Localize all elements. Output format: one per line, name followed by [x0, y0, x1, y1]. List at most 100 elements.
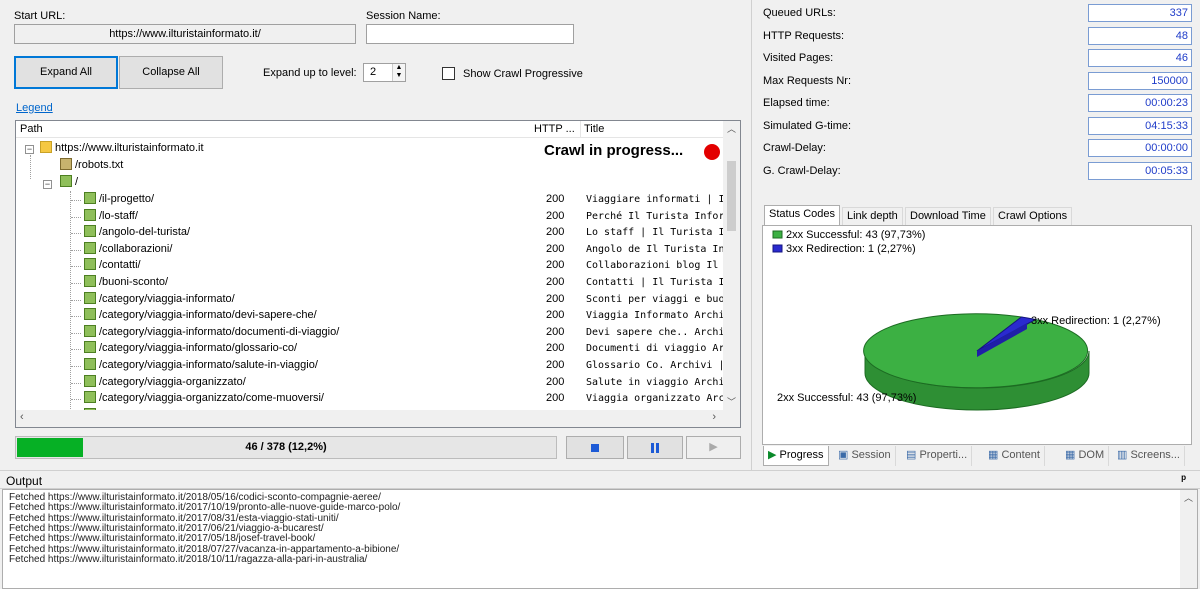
- tree-row[interactable]: /category/viaggia-informato/glossario-co…: [84, 340, 297, 357]
- robots-row[interactable]: /robots.txt: [60, 157, 123, 174]
- tree-row[interactable]: /category/viaggia-informato/documenti-di…: [84, 324, 339, 341]
- tree-horizontal-scrollbar[interactable]: ‹ ›: [16, 410, 740, 427]
- tree-row-title: Lo staff | Il Turista Informat: [586, 227, 724, 239]
- page-icon: [60, 175, 72, 187]
- bottom-tab[interactable]: ▤ Properti...: [902, 446, 973, 466]
- tab-icon: ▥: [1117, 449, 1131, 461]
- tree-root-row[interactable]: https://www.ilturistainformato.it: [40, 140, 204, 157]
- start-url-label: Start URL:: [14, 10, 66, 22]
- tree-row[interactable]: /category/viaggia-informato/salute-in-vi…: [84, 357, 318, 374]
- show-crawl-progressive-checkbox[interactable]: [442, 67, 455, 80]
- tree-connector: [71, 316, 81, 318]
- tree-row-title: Devi sapere che.. Archivi | I: [586, 326, 724, 338]
- tree-row-title: Viaggia organizzato Archivi |: [586, 393, 724, 405]
- expand-all-button[interactable]: Expand All: [14, 56, 118, 89]
- tab-icon: ▤: [906, 449, 920, 461]
- output-header: Output ᵖ: [0, 470, 1200, 489]
- folder-icon: [40, 141, 52, 153]
- bottom-tab[interactable]: ▦ DOM: [1061, 446, 1110, 466]
- show-crawl-progressive-label: Show Crawl Progressive: [463, 68, 583, 80]
- tree-row[interactable]: /lo-staff/: [84, 208, 138, 225]
- chart-area: 2xx Successful: 43 (97,73%) 3xx Redirect…: [762, 225, 1192, 445]
- page-icon: [84, 258, 96, 271]
- column-title[interactable]: Title: [584, 123, 604, 135]
- output-log[interactable]: Fetched https://www.ilturistainformato.i…: [2, 489, 1198, 589]
- expand-level-value: 2: [370, 66, 377, 78]
- tree-row-path: /category/viaggia-informato/documenti-di…: [99, 325, 340, 338]
- stop-button[interactable]: [566, 436, 624, 459]
- stat-value: 48: [1088, 26, 1192, 45]
- tree-row[interactable]: /category/viaggia-informato/devi-sapere-…: [84, 307, 317, 324]
- tab-icon: ▣: [838, 449, 852, 461]
- stat-label: G. Crawl-Delay:: [763, 164, 841, 177]
- tree-row-status: 200: [546, 226, 565, 239]
- tree-connector: [71, 216, 81, 218]
- stat-label: HTTP Requests:: [763, 29, 845, 42]
- bottom-tab[interactable]: ▦ Content: [984, 446, 1045, 466]
- stat-value: 04:15:33: [1088, 116, 1192, 135]
- scroll-down-icon[interactable]: ﹀: [723, 394, 740, 411]
- play-button[interactable]: ▶: [686, 436, 741, 459]
- pause-button[interactable]: [627, 436, 683, 459]
- tree-row-status: 200: [546, 392, 565, 405]
- play-icon: ▶: [709, 441, 718, 453]
- output-scrollbar[interactable]: ︿: [1180, 490, 1197, 588]
- bottom-tab[interactable]: ▶ Progress: [763, 446, 829, 466]
- legend-swatch-3xx: [772, 244, 783, 253]
- chart-tab[interactable]: Link depth: [842, 207, 903, 225]
- chart-tab[interactable]: Crawl Options: [993, 207, 1073, 225]
- column-path[interactable]: Path: [20, 123, 43, 135]
- tree-row-status: 200: [546, 342, 565, 355]
- slash-row[interactable]: /: [60, 174, 78, 191]
- output-scroll-up-icon[interactable]: ︿: [1180, 490, 1197, 507]
- bottom-tab[interactable]: ▥ Screens...: [1113, 446, 1185, 466]
- crawl-tree-panel[interactable]: Path HTTP ... Title − https://www.ilturi…: [15, 120, 741, 428]
- spinner-arrows-icon[interactable]: ▲ ▼: [392, 64, 405, 81]
- scroll-up-icon[interactable]: ︿: [723, 121, 740, 138]
- start-url-field[interactable]: https://www.ilturistainformato.it/: [14, 24, 356, 44]
- legend-swatch-2xx: [772, 230, 783, 239]
- stat-value: 00:05:33: [1088, 161, 1192, 180]
- session-name-field[interactable]: [366, 24, 574, 44]
- scroll-right-icon[interactable]: ›: [712, 411, 716, 423]
- tree-row-path: /collaborazioni/: [99, 242, 173, 255]
- tree-row-path: /category/viaggia-informato/glossario-co…: [99, 342, 298, 355]
- tree-row-status: 200: [546, 259, 565, 272]
- chart-tab[interactable]: Download Time: [905, 207, 991, 225]
- tree-row[interactable]: /il-progetto/: [84, 191, 154, 208]
- root-collapse-icon[interactable]: −: [25, 145, 34, 154]
- scroll-left-icon[interactable]: ‹: [20, 411, 24, 423]
- slice-label-2xx: 2xx Successful: 43 (97,73%): [777, 392, 916, 404]
- tree-row-title: Salute in viaggio Archivi | Il: [586, 376, 724, 388]
- expand-level-spinner[interactable]: 2 ▲ ▼: [363, 63, 406, 82]
- tree-row-status: 200: [546, 309, 565, 322]
- tree-row[interactable]: /contatti/: [84, 257, 141, 274]
- robots-path: /robots.txt: [75, 159, 124, 171]
- chart-tab[interactable]: Status Codes: [764, 205, 841, 225]
- tree-row[interactable]: /category/viaggia-organizzato/: [84, 374, 246, 391]
- tree-connector: [71, 283, 81, 284]
- legend-link[interactable]: Legend: [16, 102, 53, 114]
- column-http[interactable]: HTTP ...: [534, 123, 575, 135]
- stat-value: 46: [1088, 49, 1192, 67]
- tree-row[interactable]: /category/viaggia-organizzato/come-muove…: [84, 390, 324, 407]
- collapse-all-button[interactable]: Collapse All: [119, 56, 223, 89]
- bottom-tab[interactable]: ▣ Session: [834, 446, 896, 466]
- slash-collapse-icon[interactable]: −: [43, 180, 52, 189]
- tree-row-status: 200: [546, 209, 565, 222]
- scroll-thumb[interactable]: [727, 161, 736, 231]
- slash-path: /: [75, 176, 79, 188]
- page-icon: [84, 308, 96, 321]
- tree-row-path: /category/viaggia-organizzato/come-muove…: [99, 392, 324, 405]
- stat-label: Queued URLs:: [763, 7, 836, 19]
- pin-icon[interactable]: ᵖ: [1181, 472, 1186, 486]
- tree-row[interactable]: /angolo-del-turista/: [84, 224, 190, 241]
- tree-row-path: /category/viaggia-informato/: [99, 292, 235, 305]
- tree-connector: [71, 366, 81, 367]
- tree-row[interactable]: /collaborazioni/: [84, 241, 172, 258]
- tree-row[interactable]: /buoni-sconto/: [84, 274, 168, 291]
- tree-vertical-scrollbar[interactable]: ︿ ﹀: [723, 121, 740, 411]
- root-url: https://www.ilturistainformato.it: [55, 142, 204, 154]
- tree-row[interactable]: /category/viaggia-informato/: [84, 291, 235, 308]
- tree-row-path: /buoni-sconto/: [99, 276, 169, 288]
